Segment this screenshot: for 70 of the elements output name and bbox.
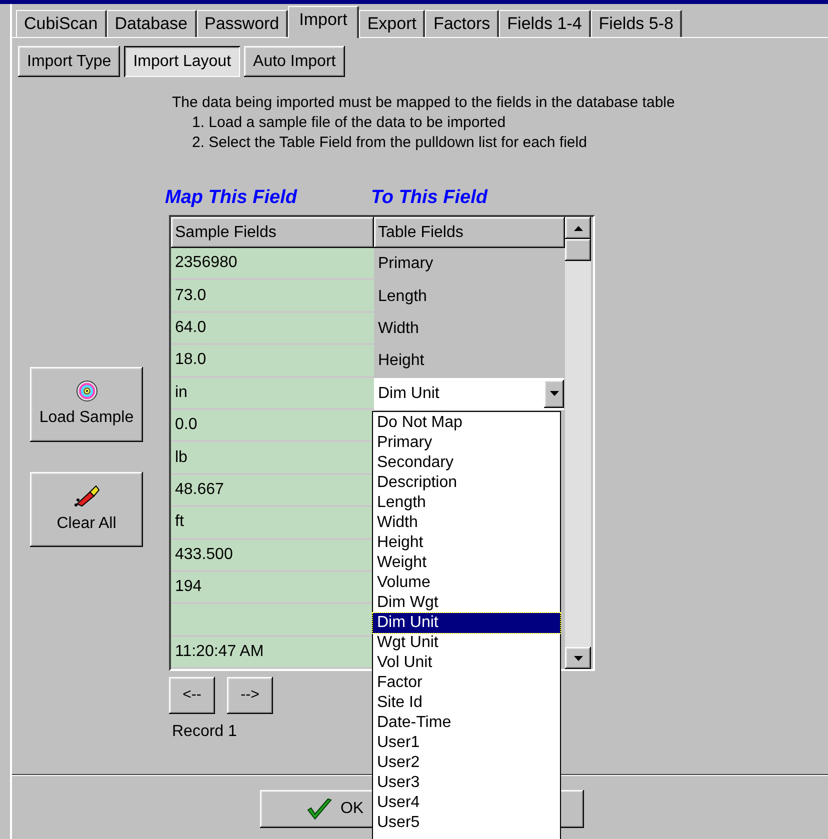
instruction-text: The data being imported must be mapped to the fields in the database table bbox=[172, 93, 676, 113]
mapping-heading: Map This Field bbox=[165, 187, 298, 209]
dropdown-option[interactable]: Weight bbox=[373, 553, 560, 573]
eraser-icon bbox=[74, 484, 100, 508]
next-button[interactable]: --> bbox=[227, 677, 273, 714]
mapping-heading: To This Field bbox=[371, 187, 489, 209]
dropdown-option[interactable]: Vol Unit bbox=[373, 653, 560, 673]
tab[interactable]: Import bbox=[288, 6, 360, 38]
instruction-text: 2. Select the Table Field from the pulldown list for each field bbox=[191, 133, 588, 153]
dropdown-list[interactable]: Do Not Map Primary Secondary Description Length Width Height Weight Volume Dim Wgt Dim Unit Wgt Unit Vol Unit Factor Site Id Date-Time User1 User2 User3 User4 User5 bbox=[372, 411, 561, 839]
sub-tab[interactable]: Import Layout bbox=[124, 46, 240, 77]
scroll-thumb[interactable] bbox=[565, 239, 591, 261]
dropdown-option[interactable]: Wgt Unit bbox=[373, 633, 560, 653]
checkmark-icon bbox=[306, 797, 332, 821]
disc-icon bbox=[76, 380, 98, 402]
sample-cell: 194 bbox=[171, 572, 374, 604]
dropdown-option[interactable]: Primary bbox=[373, 433, 560, 453]
dropdown-option[interactable]: Description bbox=[373, 473, 560, 493]
tab[interactable]: CubiScan bbox=[16, 10, 107, 37]
sample-cell: 64.0 bbox=[171, 312, 374, 346]
sample-cell: 433.500 bbox=[171, 540, 374, 572]
sample-cell: 73.0 bbox=[171, 280, 374, 313]
caret-icon bbox=[550, 391, 558, 396]
dropdown-option[interactable]: Width bbox=[373, 513, 560, 533]
tab[interactable]: Fields 5-8 bbox=[590, 10, 682, 37]
scroll-up-button[interactable] bbox=[565, 217, 591, 239]
sample-cell: 18.0 bbox=[171, 345, 374, 378]
dropdown-option[interactable]: Site Id bbox=[373, 693, 560, 713]
table-field-combo[interactable]: Dim Unit bbox=[374, 378, 564, 410]
column-header: Table Fields bbox=[374, 217, 565, 248]
table-field-cell-text: Length bbox=[377, 286, 428, 307]
dropdown-option[interactable]: Dim Wgt bbox=[373, 593, 560, 613]
dropdown-option[interactable]: Secondary bbox=[373, 453, 560, 473]
dropdown-option[interactable]: User3 bbox=[373, 773, 560, 793]
tab[interactable]: Fields 1-4 bbox=[499, 10, 591, 37]
scrollbar[interactable] bbox=[565, 217, 591, 669]
table-field-cell-text: Height bbox=[377, 351, 426, 372]
dropdown-option[interactable]: Factor bbox=[373, 673, 560, 693]
sub-tab[interactable]: Auto Import bbox=[244, 46, 345, 77]
sample-cell: 48.667 bbox=[171, 474, 374, 508]
tab[interactable]: Database bbox=[106, 10, 196, 37]
tab[interactable]: Factors bbox=[425, 10, 500, 37]
dropdown-option[interactable]: Do Not Map bbox=[373, 413, 560, 433]
sample-cell: 11:20:47 AM bbox=[171, 636, 374, 670]
side-button[interactable]: Load Sample bbox=[30, 367, 143, 442]
dropdown-button[interactable] bbox=[544, 380, 564, 408]
dropdown-option[interactable]: Dim Unit bbox=[373, 613, 560, 633]
record-label: Record 1 bbox=[172, 722, 237, 742]
sample-cell: 0.0 bbox=[171, 410, 374, 442]
dropdown-option[interactable]: Date-Time bbox=[373, 713, 560, 733]
sample-cell: ft bbox=[171, 507, 374, 540]
dropdown-option[interactable]: User1 bbox=[373, 733, 560, 753]
dropdown-option[interactable]: Length bbox=[373, 493, 560, 513]
table-field-cell-text: Width bbox=[377, 318, 420, 339]
previous-button[interactable]: <-- bbox=[169, 677, 215, 714]
side-button[interactable]: Clear All bbox=[30, 472, 143, 547]
scroll-down-button[interactable] bbox=[565, 647, 591, 669]
table-field-cell-text: Primary bbox=[377, 254, 434, 274]
dropdown-option[interactable]: User2 bbox=[373, 753, 560, 773]
sample-cell: lb bbox=[171, 442, 374, 475]
sample-cell: in bbox=[171, 378, 374, 410]
sample-cell: 2356980 bbox=[171, 248, 374, 280]
dropdown-option[interactable]: Height bbox=[373, 533, 560, 553]
sub-tab[interactable]: Import Type bbox=[18, 46, 120, 77]
instruction-text: 1. Load a sample file of the data to be imported bbox=[191, 113, 507, 133]
tab[interactable]: Export bbox=[359, 10, 426, 37]
dropdown-option[interactable]: Volume bbox=[373, 573, 560, 593]
down-arrow-icon bbox=[574, 656, 582, 660]
up-arrow-icon bbox=[574, 226, 582, 230]
column-header: Sample Fields bbox=[171, 217, 374, 248]
